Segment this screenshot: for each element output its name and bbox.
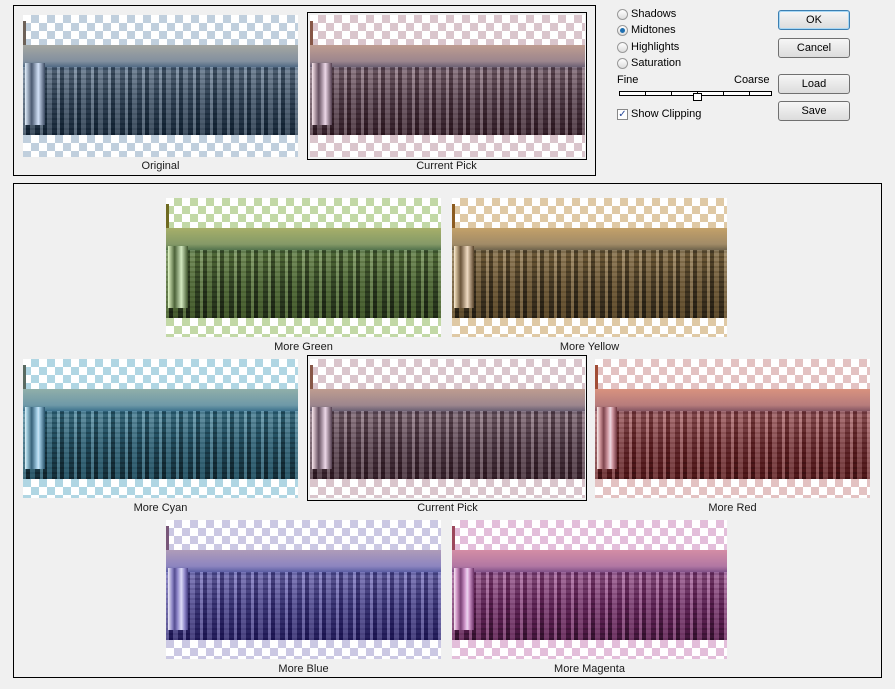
color-tint-overlay — [23, 15, 298, 157]
original-label: Original — [141, 160, 180, 172]
color-tint-overlay — [23, 359, 298, 498]
radio-label: Shadows — [631, 8, 677, 20]
variation-more-green-thumbnail[interactable] — [166, 198, 441, 337]
fine-label: Fine — [617, 74, 639, 86]
variation-more-blue-label: More Blue — [278, 663, 329, 675]
variation-more-cyan-label: More Cyan — [133, 502, 188, 514]
variation-more-yellow-label: More Yellow — [559, 341, 620, 353]
radio-saturation[interactable]: Saturation — [617, 57, 681, 69]
slider-thumb[interactable] — [693, 93, 702, 101]
variation-more-red-label: More Red — [708, 502, 757, 514]
current-pick-label: Current Pick — [416, 160, 477, 172]
color-tint-overlay — [452, 198, 727, 337]
variation-more-red-thumbnail[interactable] — [595, 359, 870, 498]
color-tint-overlay — [166, 520, 441, 659]
load-button[interactable]: Load — [778, 74, 850, 94]
current-pick-thumbnail — [310, 15, 585, 157]
color-tint-overlay — [452, 520, 727, 659]
radio-highlights[interactable]: Highlights — [617, 41, 679, 53]
show-clipping-checkbox[interactable]: ✓ Show Clipping — [617, 108, 701, 120]
radio-circle-icon — [617, 24, 628, 36]
radio-circle-icon — [617, 8, 628, 20]
color-tint-overlay — [310, 359, 585, 498]
radio-shadows[interactable]: Shadows — [617, 8, 676, 20]
radio-label: Highlights — [631, 41, 680, 53]
radio-label: Midtones — [631, 24, 676, 36]
cancel-button[interactable]: Cancel — [778, 38, 850, 58]
variation-more-yellow-thumbnail[interactable] — [452, 198, 727, 337]
radio-midtones[interactable]: Midtones — [617, 24, 676, 36]
save-button[interactable]: Save — [778, 101, 850, 121]
variation-more-magenta-label: More Magenta — [554, 663, 625, 675]
color-tint-overlay — [310, 15, 585, 157]
color-tint-overlay — [595, 359, 870, 498]
show-clipping-label: Show Clipping — [631, 108, 702, 120]
variation-more-blue-thumbnail[interactable] — [166, 520, 441, 659]
variation-current-pick-thumbnail[interactable] — [310, 359, 585, 498]
coarse-label: Coarse — [734, 74, 770, 86]
radio-circle-icon — [617, 57, 628, 69]
color-tint-overlay — [166, 198, 441, 337]
variation-more-cyan-thumbnail[interactable] — [23, 359, 298, 498]
ok-button[interactable]: OK — [778, 10, 850, 30]
variation-more-magenta-thumbnail[interactable] — [452, 520, 727, 659]
variation-current-pick-label: Current Pick — [417, 502, 478, 514]
variation-more-green-label: More Green — [274, 341, 333, 353]
original-thumbnail — [23, 15, 298, 157]
radio-circle-icon — [617, 41, 628, 53]
radio-label: Saturation — [631, 57, 682, 69]
checkbox-check-icon: ✓ — [617, 108, 628, 120]
